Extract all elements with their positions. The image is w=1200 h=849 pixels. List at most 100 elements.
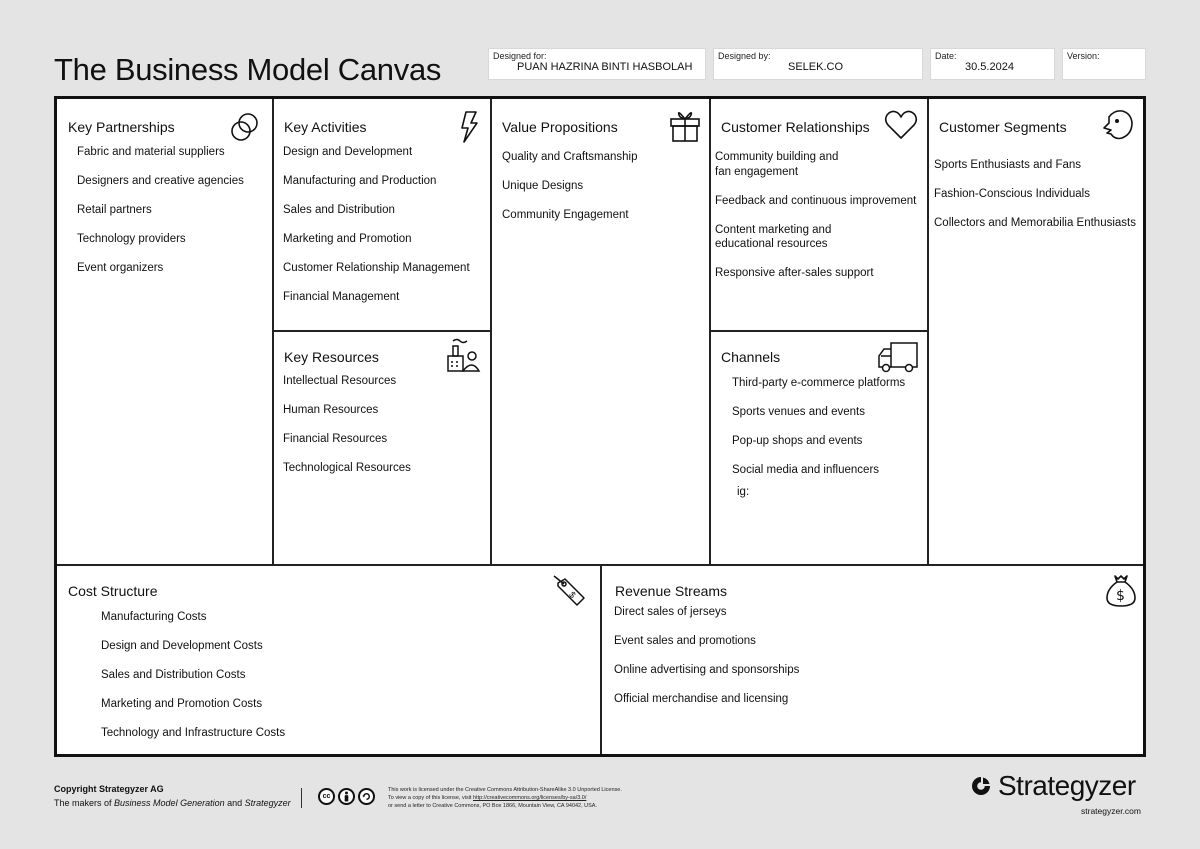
- key-resources-list: Intellectual Resources Human Resources F…: [283, 374, 411, 490]
- value-propositions-title: Value Propositions: [502, 119, 618, 135]
- cost-structure-title: Cost Structure: [68, 583, 158, 599]
- makers-book: Business Model Generation: [114, 798, 225, 808]
- strategyzer-logo-icon: [972, 777, 990, 795]
- date-value: 30.5.2024: [965, 61, 1014, 73]
- heart-icon: [883, 107, 919, 143]
- list-item: Manufacturing Costs: [101, 611, 207, 623]
- list-item: Sports venues and events: [732, 406, 865, 418]
- version-field[interactable]: Version:: [1062, 48, 1146, 80]
- makers-text: The makers of Business Model Generation …: [54, 798, 291, 808]
- creative-commons-icons: cc: [318, 788, 375, 805]
- list-item: Official merchandise and licensing: [614, 693, 789, 705]
- business-model-canvas: Key Partnerships Fabric and material sup…: [54, 96, 1146, 757]
- license-link[interactable]: http://creativecommons.org/licenses/by-s…: [473, 795, 586, 801]
- divider: [709, 99, 711, 564]
- list-item: Pop-up shops and events: [732, 435, 863, 447]
- key-activities-title: Key Activities: [284, 119, 367, 135]
- list-item: Community building and fan engagement: [715, 151, 839, 178]
- divider: [600, 564, 602, 754]
- date-label: Date:: [935, 51, 957, 61]
- money-bag-icon: $: [1103, 573, 1139, 609]
- copyright-text: Copyright Strategyzer AG: [54, 784, 164, 794]
- list-item: Technology and Infrastructure Costs: [101, 727, 286, 739]
- link-icon: [227, 109, 263, 145]
- customer-relationships-list: Community building and fan engagement Fe…: [715, 150, 916, 295]
- customer-segments-list: Sports Enthusiasts and Fans Fashion-Cons…: [934, 158, 1136, 245]
- list-item: Responsive after-sales support: [715, 267, 874, 279]
- divider: [272, 99, 274, 564]
- list-item: Financial Management: [283, 291, 400, 303]
- list-item: Marketing and Promotion Costs: [101, 698, 263, 710]
- list-item: Unique Designs: [502, 180, 584, 192]
- truck-icon: [877, 339, 919, 375]
- license-line-1: This work is licensed under the Creative…: [388, 787, 622, 793]
- makers-and: and: [224, 798, 245, 808]
- share-alike-icon: [358, 788, 375, 805]
- list-item: Sales and Distribution Costs: [101, 669, 246, 681]
- list-item: Technology providers: [77, 233, 186, 245]
- list-item: Manufacturing and Production: [283, 175, 437, 187]
- cc-icon: cc: [318, 788, 335, 805]
- lightning-icon: [452, 109, 488, 145]
- list-item: Feedback and continuous improvement: [715, 194, 917, 207]
- key-partnerships-list: Fabric and material suppliers Designers …: [77, 145, 244, 290]
- list-item: Event organizers: [77, 262, 164, 274]
- key-resources-title: Key Resources: [284, 349, 379, 365]
- divider: [490, 99, 492, 564]
- list-item: Quality and Craftsmanship: [502, 151, 638, 163]
- svg-text:$: $: [1116, 588, 1125, 604]
- list-item: Intellectual Resources: [283, 375, 397, 387]
- designed-for-field[interactable]: Designed for: PUAN HAZRINA BINTI HASBOLA…: [488, 48, 706, 80]
- list-item: Online advertising and sponsorships: [614, 664, 800, 676]
- list-item: Direct sales of jerseys: [614, 606, 727, 618]
- page-title: The Business Model Canvas: [54, 52, 442, 87]
- customer-relationships-title: Customer Relationships: [721, 119, 870, 135]
- makers-prefix: The makers of: [54, 798, 115, 808]
- divider: [927, 99, 929, 564]
- license-line-2: To view a copy of this license, visit: [388, 795, 473, 801]
- version-label: Version:: [1067, 51, 1100, 61]
- list-item: Human Resources: [283, 404, 379, 416]
- list-item: Fabric and material suppliers: [77, 146, 225, 158]
- price-tag-icon: $: [552, 573, 588, 609]
- revenue-streams-list: Direct sales of jerseys Event sales and …: [614, 605, 799, 721]
- list-item: Sports Enthusiasts and Fans: [934, 159, 1082, 171]
- makers-company: Strategyzer: [244, 798, 291, 808]
- brand-url[interactable]: strategyzer.com: [1081, 806, 1141, 816]
- factory-person-icon: [445, 337, 481, 373]
- list-item: Sales and Distribution: [283, 204, 395, 216]
- channels-list: Third-party e-commerce platforms Sports …: [732, 376, 905, 492]
- list-item: Collectors and Memorabilia Enthusiasts: [934, 217, 1136, 229]
- list-item: Financial Resources: [283, 433, 388, 445]
- key-activities-list: Design and Development Manufacturing and…: [283, 145, 470, 319]
- list-item: Fashion-Conscious Individuals: [934, 188, 1090, 200]
- footer-divider: [301, 788, 302, 808]
- license-text: This work is licensed under the Creative…: [388, 786, 628, 810]
- channels-extra-note: ig:: [737, 486, 750, 498]
- divider: [709, 330, 927, 332]
- list-item: Technological Resources: [283, 462, 411, 474]
- list-item: Customer Relationship Management: [283, 262, 470, 274]
- list-item: Event sales and promotions: [614, 635, 756, 647]
- attribution-icon: [338, 788, 355, 805]
- designed-for-label: Designed for:: [493, 51, 547, 61]
- face-icon: [1099, 107, 1135, 143]
- list-item: Design and Development: [283, 146, 413, 158]
- list-item: Retail partners: [77, 204, 152, 216]
- date-field[interactable]: Date: 30.5.2024: [930, 48, 1055, 80]
- list-item: Design and Development Costs: [101, 640, 263, 652]
- svg-text:$: $: [567, 589, 578, 600]
- designed-by-label: Designed by:: [718, 51, 771, 61]
- brand-name: Strategyzer: [998, 770, 1136, 801]
- value-propositions-list: Quality and Craftsmanship Unique Designs…: [502, 150, 638, 237]
- gift-icon: [667, 107, 703, 143]
- strategyzer-brand[interactable]: Strategyzer: [970, 770, 1136, 802]
- designed-by-field[interactable]: Designed by: SELEK.CO: [713, 48, 923, 80]
- key-partnerships-title: Key Partnerships: [68, 119, 175, 135]
- list-item: Content marketing and educational resour…: [715, 223, 832, 251]
- channels-title: Channels: [721, 349, 781, 365]
- designed-by-value: SELEK.CO: [788, 61, 844, 73]
- license-line-3: or send a letter to Creative Commons, PO…: [388, 803, 598, 809]
- list-item: Third-party e-commerce platforms: [732, 377, 906, 389]
- list-item: Social media and influencers: [732, 464, 880, 476]
